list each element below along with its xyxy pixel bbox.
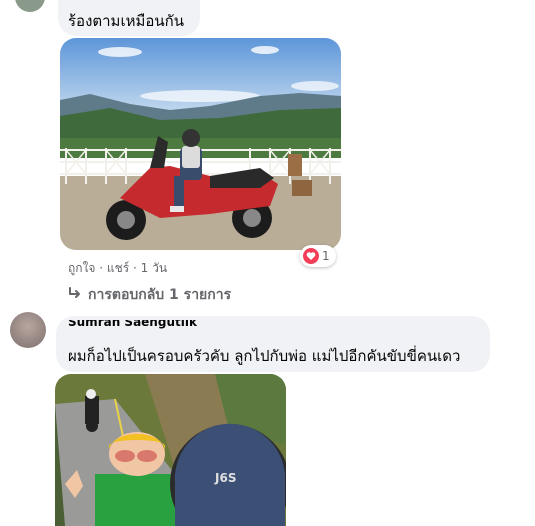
svg-text:J6S: J6S	[214, 471, 236, 485]
comment-actions-1: ถูกใจ · แชร์ · 1 วัน	[68, 259, 167, 278]
reaction-count: 1	[322, 249, 330, 263]
reaction-badge[interactable]: 1	[300, 245, 336, 267]
replies-label: การตอบกลับ 1 รายการ	[88, 287, 232, 303]
timestamp[interactable]: 1 วัน	[141, 261, 167, 275]
separator-dot: ·	[95, 261, 107, 275]
commenter-avatar-top[interactable]	[15, 0, 45, 12]
like-link[interactable]: ถูกใจ	[68, 261, 95, 275]
comment-author-name[interactable]: Sumran Saengutiik	[68, 320, 197, 329]
road-selfie-photo-image: J6S	[55, 374, 286, 526]
comment-text-1: ร้องตามเหมือนกัน	[68, 12, 184, 30]
comment-photo-motorcycle[interactable]	[60, 38, 341, 250]
share-link[interactable]: แชร์	[107, 261, 129, 275]
separator-dot: ·	[129, 261, 141, 275]
commenter-avatar[interactable]	[10, 312, 46, 348]
comment-photo-road-selfie[interactable]: J6S	[55, 374, 286, 526]
reply-arrow-icon	[68, 287, 82, 303]
heart-icon	[303, 248, 319, 264]
view-replies-link[interactable]: การตอบกลับ 1 รายการ	[68, 284, 231, 306]
motorcycle-photo-image	[60, 38, 341, 250]
comment-bubble-2: Sumran Saengutiik ผมก็อไปเป็นครอบครัวคับ…	[56, 316, 490, 372]
comment-text-2: ผมก็อไปเป็นครอบครัวคับ ลูกไปกับพ่อ แม่ไป…	[68, 347, 461, 365]
comment-bubble-1: ร้องตามเหมือนกัน	[58, 0, 200, 36]
